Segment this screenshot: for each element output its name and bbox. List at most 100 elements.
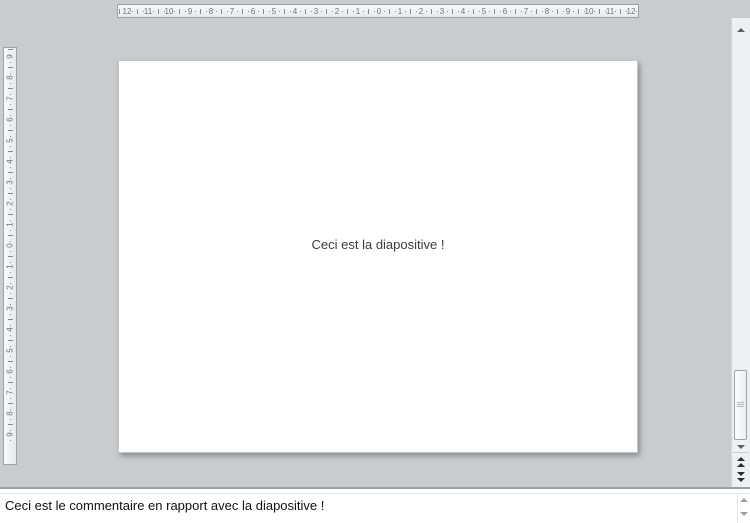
ruler-tick (494, 9, 495, 14)
ruler-dot (10, 293, 11, 294)
ruler-dot (10, 62, 11, 63)
ruler-tick (620, 9, 621, 14)
scrollbar-grip-icon (737, 402, 744, 408)
ruler-dot (363, 11, 364, 12)
ruler-tick (8, 424, 13, 425)
ruler-dot (10, 314, 11, 315)
notes-scroll-up-button[interactable] (738, 496, 750, 504)
ruler-tick (473, 9, 474, 14)
ruler-dot (468, 11, 469, 12)
ruler-tick (8, 172, 13, 173)
ruler-tick (242, 9, 243, 14)
ruler-dot (573, 11, 574, 12)
ruler-dot (237, 11, 238, 12)
slide-canvas[interactable]: Ceci est la diapositive ! (118, 60, 638, 453)
ruler-tick (578, 9, 579, 14)
ruler-dot (510, 11, 511, 12)
notes-pane[interactable]: Ceci est le commentaire en rapport avec … (0, 487, 750, 523)
ruler-tick (8, 109, 13, 110)
ruler-dot (342, 11, 343, 12)
ruler-tick (263, 9, 264, 14)
ruler-dot (321, 11, 322, 12)
scroll-up-button[interactable] (732, 26, 750, 34)
next-slide-icon (737, 472, 745, 476)
ruler-dot (447, 11, 448, 12)
ruler-dot (132, 11, 133, 12)
ruler-dot (636, 11, 637, 12)
ruler-dot (10, 419, 11, 420)
ruler-tick (536, 9, 537, 14)
ruler-dot (615, 11, 616, 12)
ruler-dot (10, 167, 11, 168)
previous-slide-button[interactable] (732, 455, 750, 468)
scroll-up-icon (737, 28, 745, 32)
ruler-dot (10, 209, 11, 210)
ruler-dot (10, 398, 11, 399)
ruler-dot (10, 230, 11, 231)
notes-text[interactable]: Ceci est le commentaire en rapport avec … (5, 498, 324, 513)
notes-scroll-down-button[interactable] (738, 510, 750, 518)
horizontal-ruler[interactable]: 1211109876543210123456789101112 (117, 4, 639, 18)
ruler-dot (552, 11, 553, 12)
ruler-dot (10, 125, 11, 126)
ruler-tick (158, 9, 159, 14)
vertical-scrollbar[interactable] (731, 18, 750, 487)
presentation-editor-window: 1211109876543210123456789101112 98765432… (0, 0, 750, 523)
next-slide-button[interactable] (732, 470, 750, 483)
ruler-tick (389, 9, 390, 14)
ruler-tick (326, 9, 327, 14)
ruler-dot (258, 11, 259, 12)
ruler-dot (10, 377, 11, 378)
ruler-dot (531, 11, 532, 12)
ruler-tick (452, 9, 453, 14)
ruler-dot (426, 11, 427, 12)
ruler-dot (10, 188, 11, 189)
ruler-dot (384, 11, 385, 12)
ruler-tick (8, 67, 13, 68)
previous-slide-icon (737, 457, 745, 461)
ruler-tick (8, 319, 13, 320)
ruler-dot (10, 356, 11, 357)
ruler-tick (8, 340, 13, 341)
ruler-tick (8, 277, 13, 278)
ruler-dot (300, 11, 301, 12)
ruler-tick (8, 382, 13, 383)
ruler-dot (216, 11, 217, 12)
ruler-tick (8, 88, 13, 89)
ruler-tick (8, 235, 13, 236)
ruler-tick (8, 130, 13, 131)
ruler-dot (279, 11, 280, 12)
ruler-dot (489, 11, 490, 12)
ruler-dot (10, 146, 11, 147)
ruler-dot (174, 11, 175, 12)
ruler-tick (515, 9, 516, 14)
ruler-dot (153, 11, 154, 12)
ruler-tick (8, 298, 13, 299)
notes-scroll-down-icon (740, 512, 748, 516)
ruler-dot (10, 104, 11, 105)
ruler-dot (405, 11, 406, 12)
scrollbar-thumb[interactable] (734, 370, 747, 440)
scrollbar-separator (733, 452, 749, 453)
vertical-ruler[interactable]: 9876543210123456789 (3, 47, 17, 465)
ruler-dot (10, 335, 11, 336)
ruler-tick (8, 361, 13, 362)
ruler-tick (347, 9, 348, 14)
ruler-dot (10, 83, 11, 84)
ruler-tick (137, 9, 138, 14)
ruler-tick (8, 151, 13, 152)
slide-text[interactable]: Ceci est la diapositive ! (119, 237, 637, 252)
ruler-tick (431, 9, 432, 14)
ruler-dot (10, 440, 11, 441)
notes-hairline (0, 493, 750, 494)
ruler-dot (10, 251, 11, 252)
ruler-tick (8, 214, 13, 215)
ruler-tick (200, 9, 201, 14)
ruler-tick (368, 9, 369, 14)
scroll-down-icon (737, 445, 745, 449)
scroll-down-button[interactable] (732, 443, 750, 451)
notes-scroll-up-icon (740, 498, 748, 502)
ruler-tick (599, 9, 600, 14)
ruler-tick (8, 403, 13, 404)
ruler-tick (8, 193, 13, 194)
